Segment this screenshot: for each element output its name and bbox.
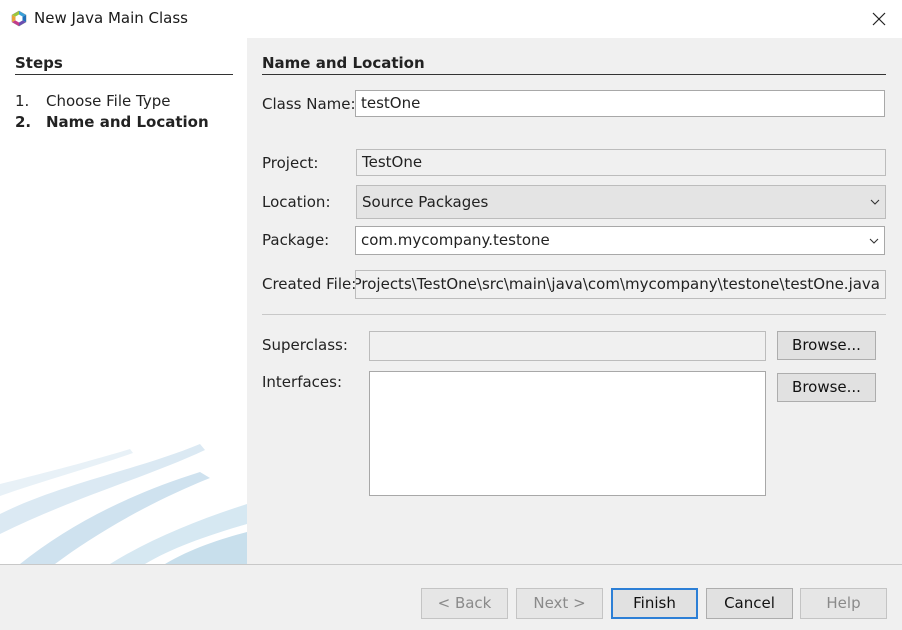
step-label: Choose File Type	[46, 92, 171, 110]
step-choose-file-type: 1. Choose File Type	[15, 91, 240, 112]
step-number: 1.	[15, 92, 30, 110]
step-name-and-location: 2. Name and Location	[15, 112, 240, 133]
superclass-browse-button[interactable]: Browse...	[777, 331, 876, 360]
package-value: com.mycompany.testone	[361, 231, 550, 249]
package-combobox[interactable]: com.mycompany.testone	[355, 226, 885, 255]
interfaces-label: Interfaces:	[262, 373, 343, 391]
steps-list: 1. Choose File Type 2. Name and Location	[15, 91, 240, 133]
created-file-path: C:\Users\User\Documents\NetBeansProjects…	[356, 275, 880, 293]
package-label: Package:	[262, 231, 330, 249]
created-file-label: Created File:	[262, 275, 357, 293]
created-file-field: C:\Users\User\Documents\NetBeansProjects…	[355, 270, 886, 299]
back-button[interactable]: < Back	[421, 588, 508, 619]
superclass-label: Superclass:	[262, 336, 348, 354]
section-heading: Name and Location	[262, 54, 886, 75]
steps-panel: Steps 1. Choose File Type 2. Name and Lo…	[0, 38, 247, 564]
location-value: Source Packages	[362, 193, 489, 211]
interfaces-browse-button[interactable]: Browse...	[777, 373, 876, 402]
finish-button[interactable]: Finish	[611, 588, 698, 619]
separator	[262, 314, 886, 315]
location-select[interactable]: Source Packages	[356, 185, 886, 219]
project-label: Project:	[262, 154, 319, 172]
title-bar: New Java Main Class	[0, 0, 902, 38]
button-bar: < Back Next > Finish Cancel Help	[0, 564, 902, 630]
window-title: New Java Main Class	[34, 9, 188, 27]
location-label: Location:	[262, 193, 331, 211]
class-name-input[interactable]: testOne	[355, 90, 885, 117]
close-button[interactable]	[856, 0, 902, 38]
interfaces-list[interactable]	[369, 371, 766, 496]
close-icon	[872, 12, 886, 26]
decorative-swoosh-graphic	[0, 444, 247, 564]
netbeans-logo-icon	[11, 10, 27, 27]
help-button[interactable]: Help	[800, 588, 887, 619]
steps-heading: Steps	[15, 54, 233, 75]
new-java-main-class-dialog: New Java Main Class Steps 1. Choose File…	[0, 0, 902, 630]
superclass-field	[369, 331, 766, 361]
class-name-label: Class Name:	[262, 95, 356, 113]
step-label: Name and Location	[46, 113, 209, 131]
project-field: TestOne	[356, 149, 886, 176]
chevron-down-icon[interactable]	[869, 227, 879, 254]
chevron-down-icon	[870, 186, 880, 218]
cancel-button[interactable]: Cancel	[706, 588, 793, 619]
step-number: 2.	[15, 113, 32, 131]
content-panel: Name and Location Class Name: testOne Pr…	[247, 38, 902, 564]
next-button[interactable]: Next >	[516, 588, 603, 619]
